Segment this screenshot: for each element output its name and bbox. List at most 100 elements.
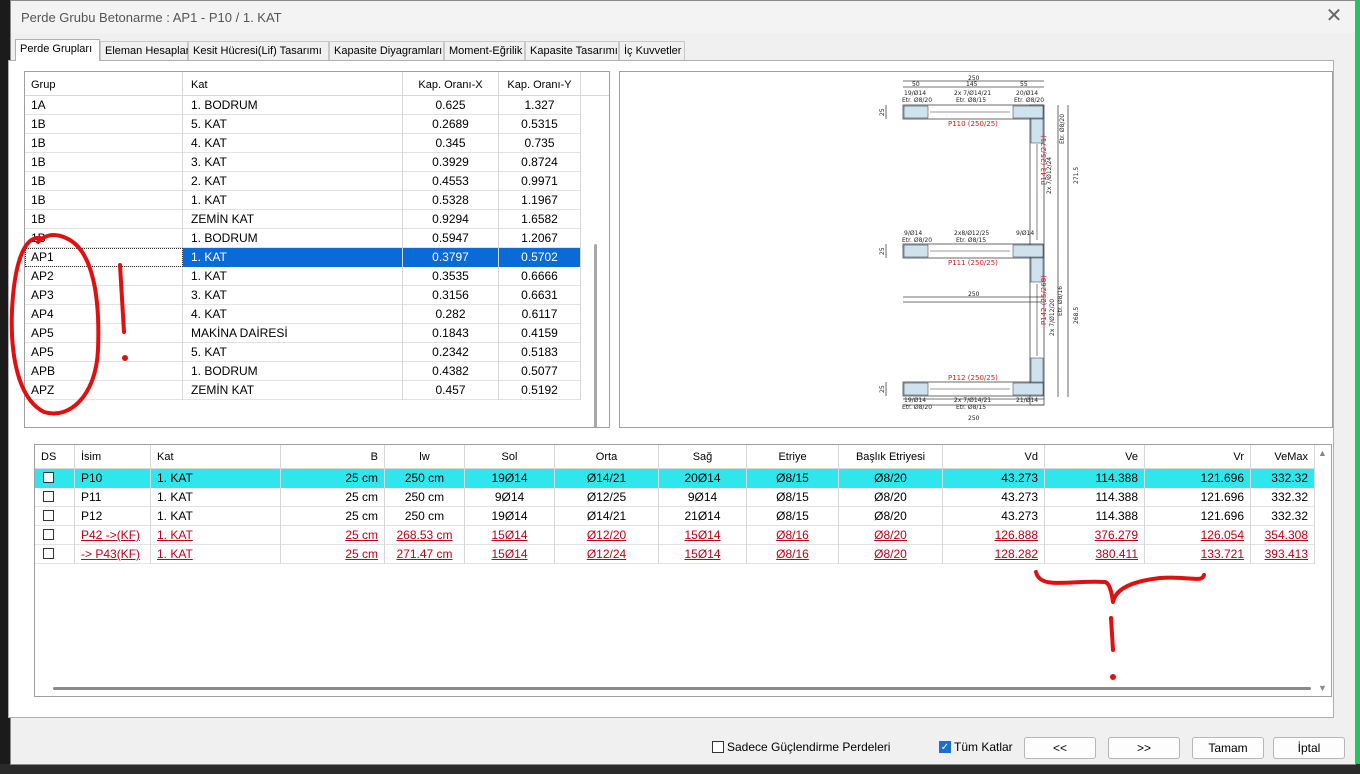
lw-cell: 250 cm [385, 507, 465, 526]
table-row[interactable]: 1B 1. BODRUM 0.5947 1.2067 [25, 229, 581, 248]
table-row[interactable]: 1B 5. KAT 0.2689 0.5315 [25, 115, 581, 134]
sol-cell: 15Ø14 [465, 526, 555, 545]
tab-kapasite-diyagramlari[interactable]: Kapasite Diyagramları [329, 41, 444, 60]
tab-moment-egrilik[interactable]: Moment-Eğrilik [444, 41, 525, 60]
table-row[interactable]: P12 1. KAT 25 cm 250 cm 19Ø14 Ø14/21 21Ø14 Ø8/1… [35, 507, 1315, 526]
col-kat[interactable]: Kat [183, 72, 403, 96]
sag-cell: 15Ø14 [659, 526, 747, 545]
table-row[interactable]: AP3 3. KAT 0.3156 0.6631 [25, 286, 581, 305]
col-isim[interactable]: İsim [75, 445, 151, 469]
only-strengthening-checkbox[interactable] [712, 741, 724, 753]
ds-checkbox[interactable] [43, 529, 54, 540]
col-kap-y[interactable]: Kap. Oranı-Y [499, 72, 581, 96]
col-baslik-etriyesi[interactable]: Başlık Etriyesi [839, 445, 943, 469]
walls-hscroll[interactable] [53, 687, 1311, 690]
table-row[interactable]: AP4 4. KAT 0.282 0.6117 [25, 305, 581, 324]
table-row[interactable]: APZ ZEMİN KAT 0.457 0.5192 [25, 381, 581, 400]
col-sol[interactable]: Sol [465, 445, 555, 469]
drawing-label-v3: Etr. Ø8/20 [1059, 114, 1066, 144]
col-etriye[interactable]: Etriye [747, 445, 839, 469]
table-row[interactable]: P42 ->(KF) 1. KAT 25 cm 268.53 cm 15Ø14 Ø12/2… [35, 526, 1315, 545]
table-row[interactable]: 1B 3. KAT 0.3929 0.8724 [25, 153, 581, 172]
kap-y-cell: 0.6666 [499, 267, 581, 286]
table-row[interactable]: 1A 1. BODRUM 0.625 1.327 [25, 96, 581, 115]
col-sag[interactable]: Sağ [659, 445, 747, 469]
col-ds[interactable]: DS [35, 445, 75, 469]
tab-perde-gruplari[interactable]: Perde Grupları [15, 39, 100, 61]
etriye-cell: Ø8/16 [747, 545, 839, 564]
table-row[interactable]: 1B ZEMİN KAT 0.9294 1.6582 [25, 210, 581, 229]
col-ve[interactable]: Ve [1045, 445, 1145, 469]
isim-cell: P11 [75, 488, 151, 507]
ok-button[interactable]: Tamam [1192, 737, 1264, 759]
b-cell: 25 cm [281, 469, 385, 488]
col-kap-x[interactable]: Kap. Oranı-X [403, 72, 499, 96]
grup-cell: AP5 [25, 343, 183, 362]
b-cell: 25 cm [281, 526, 385, 545]
scroll-down-icon[interactable]: ▼ [1318, 683, 1327, 693]
vd-cell: 43.273 [943, 507, 1045, 526]
table-row[interactable]: P10 1. KAT 25 cm 250 cm 19Ø14 Ø14/21 20Ø14 Ø8/1… [35, 469, 1315, 488]
all-floors-checkbox[interactable]: ✓ [939, 741, 951, 753]
scroll-up-icon[interactable]: ▲ [1318, 448, 1327, 458]
sol-cell: 19Ø14 [465, 507, 555, 526]
drawing-label-etr5: Etr. Ø8/20 [902, 404, 932, 411]
all-floors-label: Tüm Katlar [954, 740, 1013, 754]
walls-vscroll[interactable]: ▲ ▼ [1315, 445, 1331, 696]
table-row[interactable]: P11 1. KAT 25 cm 250 cm 9Ø14 Ø12/25 9Ø14 Ø8/15 Ø… [35, 488, 1315, 507]
drawing-label-p142: P142 (25/268) [1040, 275, 1048, 325]
tab-eleman-hesaplari[interactable]: Eleman Hesapları [100, 41, 192, 60]
table-row[interactable]: APB 1. BODRUM 0.4382 0.5077 [25, 362, 581, 381]
drawing-label-r1c: 19/Ø14 [904, 397, 926, 404]
drawing-label-etr3: Etr. Ø8/20 [902, 237, 932, 244]
groups-scrollbar[interactable] [594, 244, 597, 427]
col-vemax[interactable]: VeMax [1251, 445, 1315, 469]
drawing-label-r4: 9/Ø14 [904, 230, 922, 237]
col-vr[interactable]: Vr [1145, 445, 1251, 469]
ds-checkbox[interactable] [43, 510, 54, 521]
table-row[interactable]: AP1 1. KAT 0.3797 0.5702 [25, 248, 581, 267]
b-cell: 25 cm [281, 507, 385, 526]
drawing-label-r2c: 2x 7/Ø14/21 [954, 397, 991, 404]
ve-cell: 376.279 [1045, 526, 1145, 545]
table-row[interactable]: AP5 5. KAT 0.2342 0.5183 [25, 343, 581, 362]
cancel-button[interactable]: İptal [1273, 737, 1345, 759]
kap-x-cell: 0.3929 [403, 153, 499, 172]
table-row[interactable]: 1B 2. KAT 0.4553 0.9971 [25, 172, 581, 191]
col-b[interactable]: B [281, 445, 385, 469]
drawing-label-p112: P112 (250/25) [948, 374, 998, 382]
ds-checkbox[interactable] [43, 491, 54, 502]
vemax-cell: 332.32 [1251, 469, 1315, 488]
vemax-cell: 393.413 [1251, 545, 1315, 564]
col-orta[interactable]: Orta [555, 445, 659, 469]
drawing-label-etr1b: Etr. Ø8/20 [1014, 97, 1044, 104]
vemax-cell: 332.32 [1251, 488, 1315, 507]
next-button[interactable]: >> [1108, 737, 1180, 759]
etriye-cell: Ø8/15 [747, 507, 839, 526]
prev-button[interactable]: << [1024, 737, 1096, 759]
ds-checkbox[interactable] [43, 472, 54, 483]
kap-x-cell: 0.3156 [403, 286, 499, 305]
drawing-dim-25a: 25 [879, 108, 886, 116]
kap-y-cell: 0.735 [499, 134, 581, 153]
ve-cell: 114.388 [1045, 469, 1145, 488]
table-row[interactable]: -> P43(KF) 1. KAT 25 cm 271.47 cm 15Ø14 Ø12/2… [35, 545, 1315, 564]
table-row[interactable]: 1B 4. KAT 0.345 0.735 [25, 134, 581, 153]
kap-x-cell: 0.282 [403, 305, 499, 324]
grup-cell: 1B [25, 229, 183, 248]
col-kat[interactable]: Kat [151, 445, 281, 469]
table-row[interactable]: AP2 1. KAT 0.3535 0.6666 [25, 267, 581, 286]
col-grup[interactable]: Grup [25, 72, 183, 96]
close-icon[interactable]: ✕ [1321, 5, 1347, 29]
kap-x-cell: 0.3535 [403, 267, 499, 286]
ds-checkbox[interactable] [43, 548, 54, 559]
tab-kapasite-tasarimi[interactable]: Kapasite Tasarımı [525, 41, 619, 60]
isim-cell: -> P43(KF) [75, 545, 151, 564]
table-row[interactable]: 1B 1. KAT 0.5328 1.1967 [25, 191, 581, 210]
col-vd[interactable]: Vd [943, 445, 1045, 469]
drawing-label-etr4: Etr. Ø8/15 [956, 237, 986, 244]
table-row[interactable]: AP5 MAKİNA DAİRESİ 0.1843 0.4159 [25, 324, 581, 343]
col-lw[interactable]: lw [385, 445, 465, 469]
tab-kesit-hucresi[interactable]: Kesit Hücresi(Lif) Tasarımı [188, 41, 329, 60]
tab-ic-kuvvetler[interactable]: İç Kuvvetler [619, 41, 685, 60]
